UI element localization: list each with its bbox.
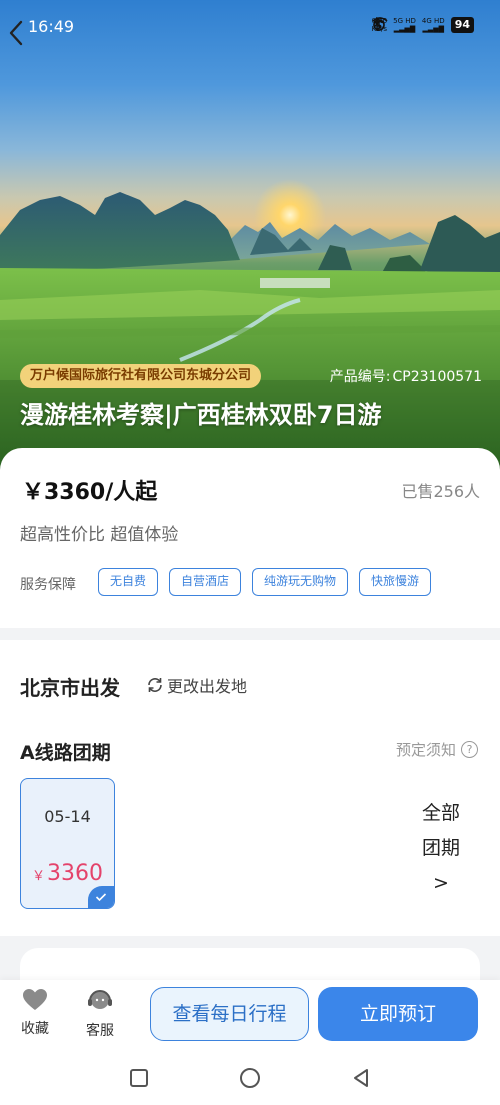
date-option-price: ￥3360 (31, 861, 103, 886)
home-button[interactable] (238, 1066, 262, 1090)
price: ￥3360/人起 (22, 480, 158, 505)
battery-indicator: 94 (450, 17, 474, 33)
product-code-label: 产品编号: (329, 369, 391, 385)
status-icons: 0.40 KB/s 5G HD ▂▃▅▇ 4G HD ▂▃▅▇ 94 (372, 17, 474, 33)
hero-banner: 16:49 0.40 KB/s 5G HD ▂▃▅▇ 4G HD ▂▃▅▇ 94 万 (0, 0, 500, 470)
system-nav-bar (0, 1050, 500, 1105)
product-code: 产品编号: CP23100571 (328, 366, 482, 386)
service-tag[interactable]: 自营酒店 (169, 568, 242, 596)
slogan: 超高性价比 超值体验 (20, 525, 179, 545)
trip-title: 漫游桂林考察|广西桂林双卧7日游 (20, 401, 382, 429)
bottom-action-bar: 收藏 客服 查看每日行程 立即预订 (0, 980, 500, 1050)
network-5g: 5G HD ▂▃▅▇ (393, 17, 416, 33)
heart-icon (23, 989, 47, 1010)
favorite-button[interactable]: 收藏 (15, 988, 55, 1038)
booking-notes-link[interactable]: 预定须知 ? (396, 739, 478, 760)
all-groups-button[interactable]: 全部 团期 > (410, 796, 472, 901)
service-tag[interactable]: 快旅慢游 (359, 568, 432, 596)
wifi-icon (372, 17, 388, 29)
headset-icon (88, 990, 112, 1009)
departure-section: 北京市出发 更改出发地 A线路团期 预定须知 ? 05-14 ￥3360 全部 … (0, 640, 500, 936)
check-icon (88, 886, 114, 908)
question-icon: ? (461, 741, 478, 758)
service-tags: 无自费 自营酒店 纯游玩无购物 快旅慢游 (98, 568, 432, 596)
service-tag[interactable]: 无自费 (98, 568, 159, 596)
refresh-icon (148, 678, 162, 692)
book-now-button[interactable]: 立即预订 (318, 987, 478, 1041)
back-icon (9, 20, 23, 46)
view-schedule-button[interactable]: 查看每日行程 (150, 987, 309, 1041)
change-departure-button[interactable]: 更改出发地 (146, 673, 247, 697)
departure-city: 北京市出发 (20, 676, 120, 700)
customer-service-label: 客服 (86, 1023, 114, 1039)
square-nav-icon (130, 1069, 148, 1087)
status-bar: 16:49 0.40 KB/s 5G HD ▂▃▅▇ 4G HD ▂▃▅▇ 94 (0, 0, 500, 52)
system-back-button[interactable] (349, 1066, 373, 1090)
sold-count: 已售256人 (401, 482, 480, 501)
date-option-selected[interactable]: 05-14 ￥3360 (20, 778, 115, 909)
network-4g: 4G HD ▂▃▅▇ (421, 17, 445, 33)
chevron-right-icon: > (433, 872, 449, 894)
customer-service-button[interactable]: 客服 (80, 988, 120, 1040)
service-guarantee-label: 服务保障 (20, 577, 76, 593)
agency-tag: 万户候国际旅行社有限公司东城分公司 (20, 364, 262, 388)
product-code-value: CP23100571 (392, 369, 482, 385)
favorite-label: 收藏 (21, 1021, 49, 1037)
booking-notes-label: 预定须知 (395, 741, 456, 759)
triangle-nav-icon (354, 1069, 368, 1087)
circle-nav-icon (240, 1068, 260, 1088)
change-departure-label: 更改出发地 (167, 677, 248, 696)
price-card: ￥3360/人起 已售256人 超高性价比 超值体验 服务保障 无自费 自营酒店… (0, 448, 500, 628)
route-title: A线路团期 (20, 742, 111, 764)
date-option-date: 05-14 (44, 807, 91, 826)
recent-apps-button[interactable] (127, 1066, 151, 1090)
service-tag[interactable]: 纯游玩无购物 (252, 568, 349, 596)
status-time: 16:49 (28, 17, 75, 36)
